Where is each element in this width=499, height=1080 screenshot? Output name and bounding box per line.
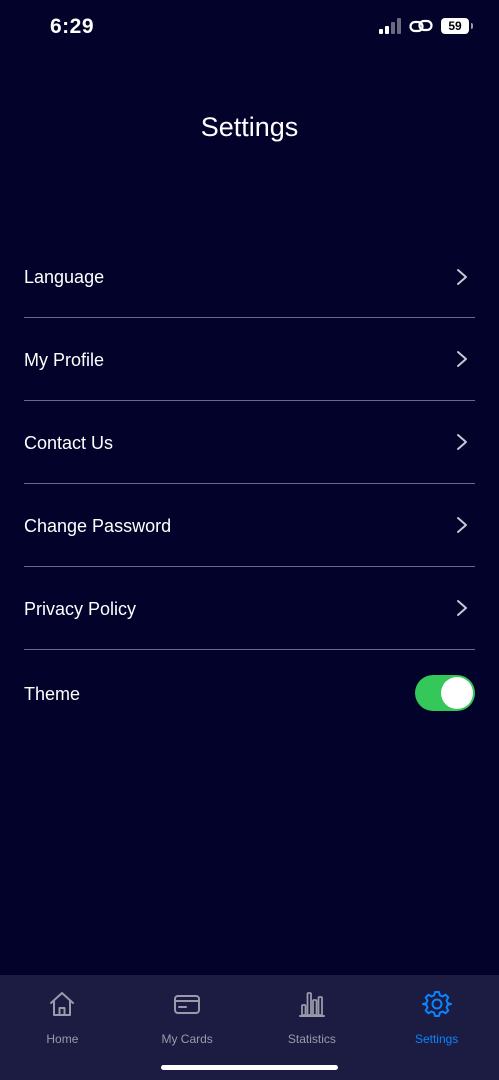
- menu-item-my-profile[interactable]: My Profile: [24, 318, 475, 401]
- tab-label: My Cards: [161, 1032, 213, 1046]
- home-icon: [50, 992, 75, 1016]
- link-icon: [409, 19, 433, 33]
- chevron-right-icon: [457, 434, 467, 450]
- tab-label: Settings: [414, 1032, 459, 1046]
- tab-label: Statistics: [287, 1032, 336, 1046]
- menu-item-language[interactable]: Language: [24, 236, 475, 318]
- menu-item-label: Language: [24, 267, 105, 287]
- chevron-right-icon: [457, 600, 467, 616]
- theme-label: Theme: [24, 683, 81, 704]
- menu-item-label: My Profile: [24, 349, 105, 370]
- card-icon: [174, 995, 201, 1014]
- theme-row: Theme: [24, 660, 475, 726]
- bar-chart-icon: [298, 992, 325, 1017]
- tab-label: Home: [46, 1032, 79, 1046]
- menu-item-label: Change Password: [24, 515, 172, 536]
- status-bar: 6:29 59: [0, 0, 499, 56]
- tab-home[interactable]: Home: [0, 975, 125, 1080]
- menu-item-label: Privacy Policy: [24, 598, 137, 619]
- tab-bar: Home My Cards Statistics Settings: [0, 975, 499, 1080]
- chevron-right-icon: [457, 351, 467, 367]
- gear-icon: [421, 991, 452, 1017]
- toggle-knob: [441, 677, 473, 709]
- chevron-right-icon: [457, 517, 467, 533]
- status-time: 6:29: [50, 15, 95, 38]
- settings-screen: 6:29 59 Settings Language My Profile Con…: [0, 0, 499, 1080]
- status-indicators: 59: [379, 18, 473, 34]
- menu-item-contact-us[interactable]: Contact Us: [24, 401, 475, 484]
- home-indicator[interactable]: [161, 1065, 338, 1070]
- menu-item-privacy-policy[interactable]: Privacy Policy: [24, 567, 475, 650]
- tab-settings[interactable]: Settings: [374, 975, 499, 1080]
- battery-icon: 59: [441, 18, 473, 34]
- chevron-right-icon: [457, 268, 467, 285]
- menu-item-change-password[interactable]: Change Password: [24, 484, 475, 567]
- page-title: Settings: [200, 112, 299, 142]
- theme-toggle[interactable]: [415, 675, 475, 711]
- settings-menu: Language My Profile Contact Us Change Pa…: [24, 236, 475, 650]
- battery-level: 59: [448, 19, 462, 33]
- cellular-signal-icon: [379, 18, 401, 34]
- menu-item-label: Contact Us: [24, 432, 114, 453]
